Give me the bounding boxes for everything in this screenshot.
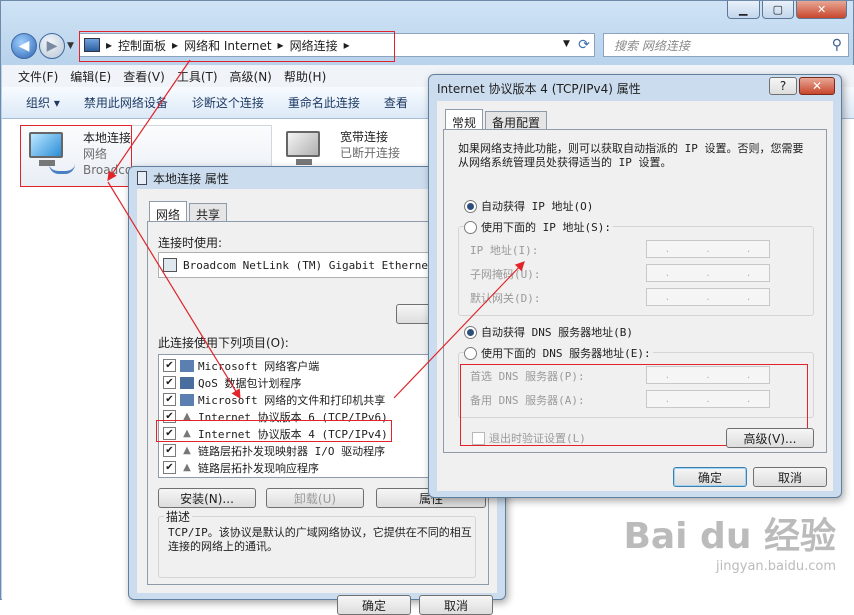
tab-panel: 如果网络支持此功能，则可以获取自动指派的 IP 设置。否则，您需要从网络系统管理… xyxy=(443,129,827,453)
menu-advanced[interactable]: 高级(N) xyxy=(224,68,278,85)
description-text: TCP/IP。该协议是默认的广域网络协议，它提供在不同的相互连接的网络上的通讯。 xyxy=(168,526,472,553)
connection-name: 宽带连接 xyxy=(340,130,389,144)
close-button[interactable]: ✕ xyxy=(796,1,848,19)
qos-icon xyxy=(180,376,194,389)
ok-button[interactable]: 确定 xyxy=(337,595,411,615)
advanced-button[interactable]: 高级(V)... xyxy=(726,428,814,448)
cancel-button[interactable]: 取消 xyxy=(753,467,827,487)
subnet-mask-input[interactable]: ... xyxy=(646,264,770,282)
item-checkbox[interactable]: ✔ xyxy=(163,444,176,457)
menu-tools[interactable]: 工具(T) xyxy=(171,68,224,85)
ipv4-item-highlight-box xyxy=(156,420,392,442)
ip-address-input[interactable]: ... xyxy=(646,240,770,258)
watermark: Bai du 经验 jingyan.baidu.com xyxy=(623,516,836,582)
history-dropdown-icon[interactable]: ▼ xyxy=(67,41,74,51)
view-status-button[interactable]: 查看 xyxy=(374,94,422,111)
manual-dns-radio[interactable] xyxy=(464,346,477,360)
file-share-icon xyxy=(180,393,194,406)
adapter-name: Broadcom NetLink (TM) Gigabit Ethernet xyxy=(183,258,435,272)
mask-label: 子网掩码(U): xyxy=(470,268,541,281)
gateway-label: 默认网关(D): xyxy=(470,292,541,305)
connect-using-label: 连接时使用: xyxy=(158,236,223,250)
forward-button[interactable]: ▶ xyxy=(39,33,65,59)
organize-button[interactable]: 组织 ▾ xyxy=(16,94,74,111)
protocol-icon: ▲ xyxy=(183,444,191,456)
install-button[interactable]: 安装(N)... xyxy=(158,488,256,508)
protocol-icon: ▲ xyxy=(183,461,191,473)
validate-checkbox[interactable] xyxy=(472,431,485,445)
item-checkbox[interactable]: ✔ xyxy=(163,461,176,474)
uninstall-button[interactable]: 卸载(U) xyxy=(266,488,364,508)
help-button[interactable]: ? xyxy=(769,77,797,95)
disable-device-button[interactable]: 禁用此网络设备 xyxy=(74,94,182,111)
rename-button[interactable]: 重命名此连接 xyxy=(278,94,374,111)
ok-button[interactable]: 确定 xyxy=(673,467,747,487)
search-placeholder: 搜索 网络连接 xyxy=(614,38,690,53)
manual-dns-option[interactable]: 使用下面的 DNS 服务器地址(E): xyxy=(464,345,653,361)
ip-label: IP 地址(I): xyxy=(470,244,539,257)
manual-ip-option[interactable]: 使用下面的 IP 地址(S): xyxy=(464,219,613,235)
search-icon[interactable]: ⚲ xyxy=(832,37,842,53)
refresh-icon[interactable]: ⟳ xyxy=(573,35,595,55)
connection-status: 已断开连接 xyxy=(340,146,401,160)
item-checkbox[interactable]: ✔ xyxy=(163,393,176,406)
menu-file[interactable]: 文件(F) xyxy=(12,68,64,85)
network-adapter-icon xyxy=(137,171,147,185)
item-checkbox[interactable]: ✔ xyxy=(163,376,176,389)
menu-edit[interactable]: 编辑(E) xyxy=(64,68,117,85)
validate-option[interactable]: 退出时验证设置(L) xyxy=(472,430,586,446)
dialog-title: 本地连接 属性 xyxy=(153,171,229,186)
dialog-title: Internet 协议版本 4 (TCP/IPv4) 属性 xyxy=(437,81,641,96)
auto-ip-radio[interactable] xyxy=(464,199,477,213)
menu-help[interactable]: 帮助(H) xyxy=(278,68,332,85)
watermark-brand: Bai du 经验 xyxy=(623,516,836,557)
menu-view[interactable]: 查看(V) xyxy=(117,68,171,85)
address-dropdown-icon[interactable]: ▼ xyxy=(563,39,570,49)
search-input[interactable]: 搜索 网络连接 ⚲ xyxy=(603,33,849,57)
items-label: 此连接使用下列项目(O): xyxy=(158,336,289,350)
diagnose-button[interactable]: 诊断这个连接 xyxy=(182,94,278,111)
address-highlight-box xyxy=(79,31,395,62)
window-controls: ▁ ▢ ✕ xyxy=(727,1,848,21)
description-label: 描述 xyxy=(164,508,193,525)
auto-dns-option[interactable]: 自动获得 DNS 服务器地址(B) xyxy=(464,324,633,340)
minimize-button[interactable]: ▁ xyxy=(727,1,760,19)
network-client-icon xyxy=(180,359,194,372)
local-connection-highlight-box xyxy=(20,125,132,187)
ipv4-properties-dialog: Internet 协议版本 4 (TCP/IPv4) 属性 ? ✕ 常规 备用配… xyxy=(428,74,842,498)
auto-dns-radio[interactable] xyxy=(464,325,477,339)
manual-ip-radio[interactable] xyxy=(464,220,477,234)
auto-ip-option[interactable]: 自动获得 IP 地址(O) xyxy=(464,198,593,214)
gateway-input[interactable]: ... xyxy=(646,288,770,306)
back-button[interactable]: ◀ xyxy=(11,33,37,59)
intro-text: 如果网络支持此功能，则可以获取自动指派的 IP 设置。否则，您需要从网络系统管理… xyxy=(458,142,804,169)
close-button[interactable]: ✕ xyxy=(799,77,835,95)
cancel-button[interactable]: 取消 xyxy=(419,595,493,615)
adapter-icon xyxy=(163,258,177,272)
item-checkbox[interactable]: ✔ xyxy=(163,359,176,372)
maximize-button[interactable]: ▢ xyxy=(761,1,795,19)
